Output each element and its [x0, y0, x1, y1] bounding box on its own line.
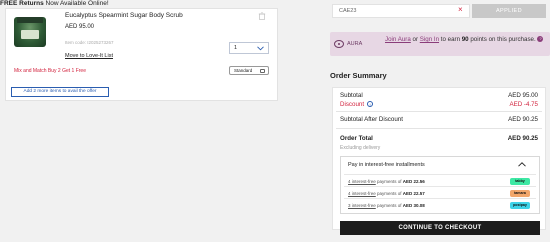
- order-total-value: AED 90.25: [507, 135, 538, 142]
- tamara-logo: tamara: [510, 189, 530, 197]
- discount-label: Discount: [340, 101, 365, 108]
- quantity-select[interactable]: 1: [229, 42, 269, 54]
- aura-points: 90: [461, 36, 469, 43]
- quantity-value: 1: [234, 45, 238, 51]
- promo-text: Mix and Match Buy 2 Get 1 Free: [14, 68, 86, 74]
- delete-icon[interactable]: [258, 12, 266, 20]
- discount-row: Discount i AED -4.75: [340, 101, 538, 108]
- installment-row-tabby[interactable]: 4 interest-free payments of AED 22.56 ta…: [344, 174, 536, 186]
- installment-count: 3 interest-free: [348, 203, 376, 208]
- truck-icon: [260, 69, 265, 73]
- coupon-input[interactable]: CAE23: [332, 4, 470, 18]
- order-summary-title: Order Summary: [330, 71, 387, 80]
- aura-or: or: [410, 36, 420, 43]
- chevron-down-icon: [257, 46, 264, 51]
- discount-value: AED -4.75: [509, 101, 538, 108]
- aura-logo-text: AURA: [347, 41, 363, 47]
- move-to-love-it-list-link[interactable]: Move to Love-It List: [65, 53, 113, 59]
- discount-label-wrap: Discount i: [340, 101, 374, 108]
- divider: [336, 128, 542, 129]
- excluding-delivery: Excluding delivery: [340, 145, 381, 151]
- shipping-tag-label: Standard: [234, 68, 253, 73]
- order-total-row: Order Total AED 90.25: [340, 135, 538, 142]
- subtotal-label: Subtotal: [340, 92, 363, 99]
- after-discount-value: AED 90.25: [508, 116, 538, 123]
- product-image[interactable]: [14, 17, 46, 47]
- divider: [336, 111, 542, 112]
- postpay-logo: postpay: [510, 201, 530, 209]
- banner-strong: FREE Returns: [0, 0, 44, 7]
- applied-button[interactable]: APPLIED: [472, 4, 546, 18]
- installment-count: 4 interest-free: [348, 191, 376, 196]
- product-price: AED 95.00: [65, 24, 95, 30]
- continue-to-checkout-button[interactable]: CONTINUE TO CHECKOUT: [340, 221, 540, 235]
- aura-to-earn: to earn: [439, 36, 462, 43]
- banner-rest: Now Available Online!: [43, 0, 109, 7]
- help-icon[interactable]: ?: [537, 36, 544, 43]
- installment-row-tamara[interactable]: 4 interest-free payments of AED 22.57 ta…: [344, 186, 536, 198]
- join-aura-link[interactable]: Join Aura: [385, 36, 411, 43]
- aura-icon: [334, 40, 344, 48]
- returns-banner: FREE Returns Now Available Online!: [0, 0, 109, 8]
- aura-logo: AURA: [334, 40, 362, 48]
- order-total-label: Order Total: [340, 135, 373, 142]
- item-code: Item code: I2025273267: [65, 40, 114, 45]
- installment-amount: AED 30.08: [402, 203, 425, 208]
- tabby-logo: tabby: [510, 177, 530, 185]
- coupon-code: CAE23: [339, 8, 357, 14]
- shipping-tag: Standard: [229, 66, 269, 75]
- clear-coupon-icon[interactable]: ×: [458, 6, 463, 14]
- info-icon[interactable]: i: [367, 101, 374, 108]
- product-title[interactable]: Eucalyptus Spearmint Sugar Body Scrub: [65, 12, 183, 19]
- aura-rest: points on this purchase.: [468, 36, 536, 43]
- subtotal-value: AED 95.00: [508, 92, 538, 99]
- installment-amount: AED 22.57: [402, 191, 425, 196]
- sign-in-link[interactable]: Sign In: [420, 36, 439, 43]
- installment-amount: AED 22.56: [402, 179, 425, 184]
- installment-row-postpay[interactable]: 3 interest-free payments of AED 30.08 po…: [344, 198, 536, 210]
- subtotal-row: Subtotal AED 95.00: [340, 92, 538, 99]
- installment-count: 4 interest-free: [348, 179, 376, 184]
- installments-header[interactable]: Pay in interest-free installments: [348, 162, 425, 168]
- chevron-up-icon[interactable]: [518, 162, 526, 167]
- add-more-items-button[interactable]: Add 2 more items to avail the offer: [11, 87, 109, 97]
- aura-message: Join Aura or Sign In to earn 90 points o…: [385, 36, 547, 45]
- after-discount-label: Subtotal After Discount: [340, 116, 403, 123]
- subtotal-after-discount-row: Subtotal After Discount AED 90.25: [340, 116, 538, 123]
- aura-loyalty-panel: AURA Join Aura or Sign In to earn 90 poi…: [330, 32, 550, 56]
